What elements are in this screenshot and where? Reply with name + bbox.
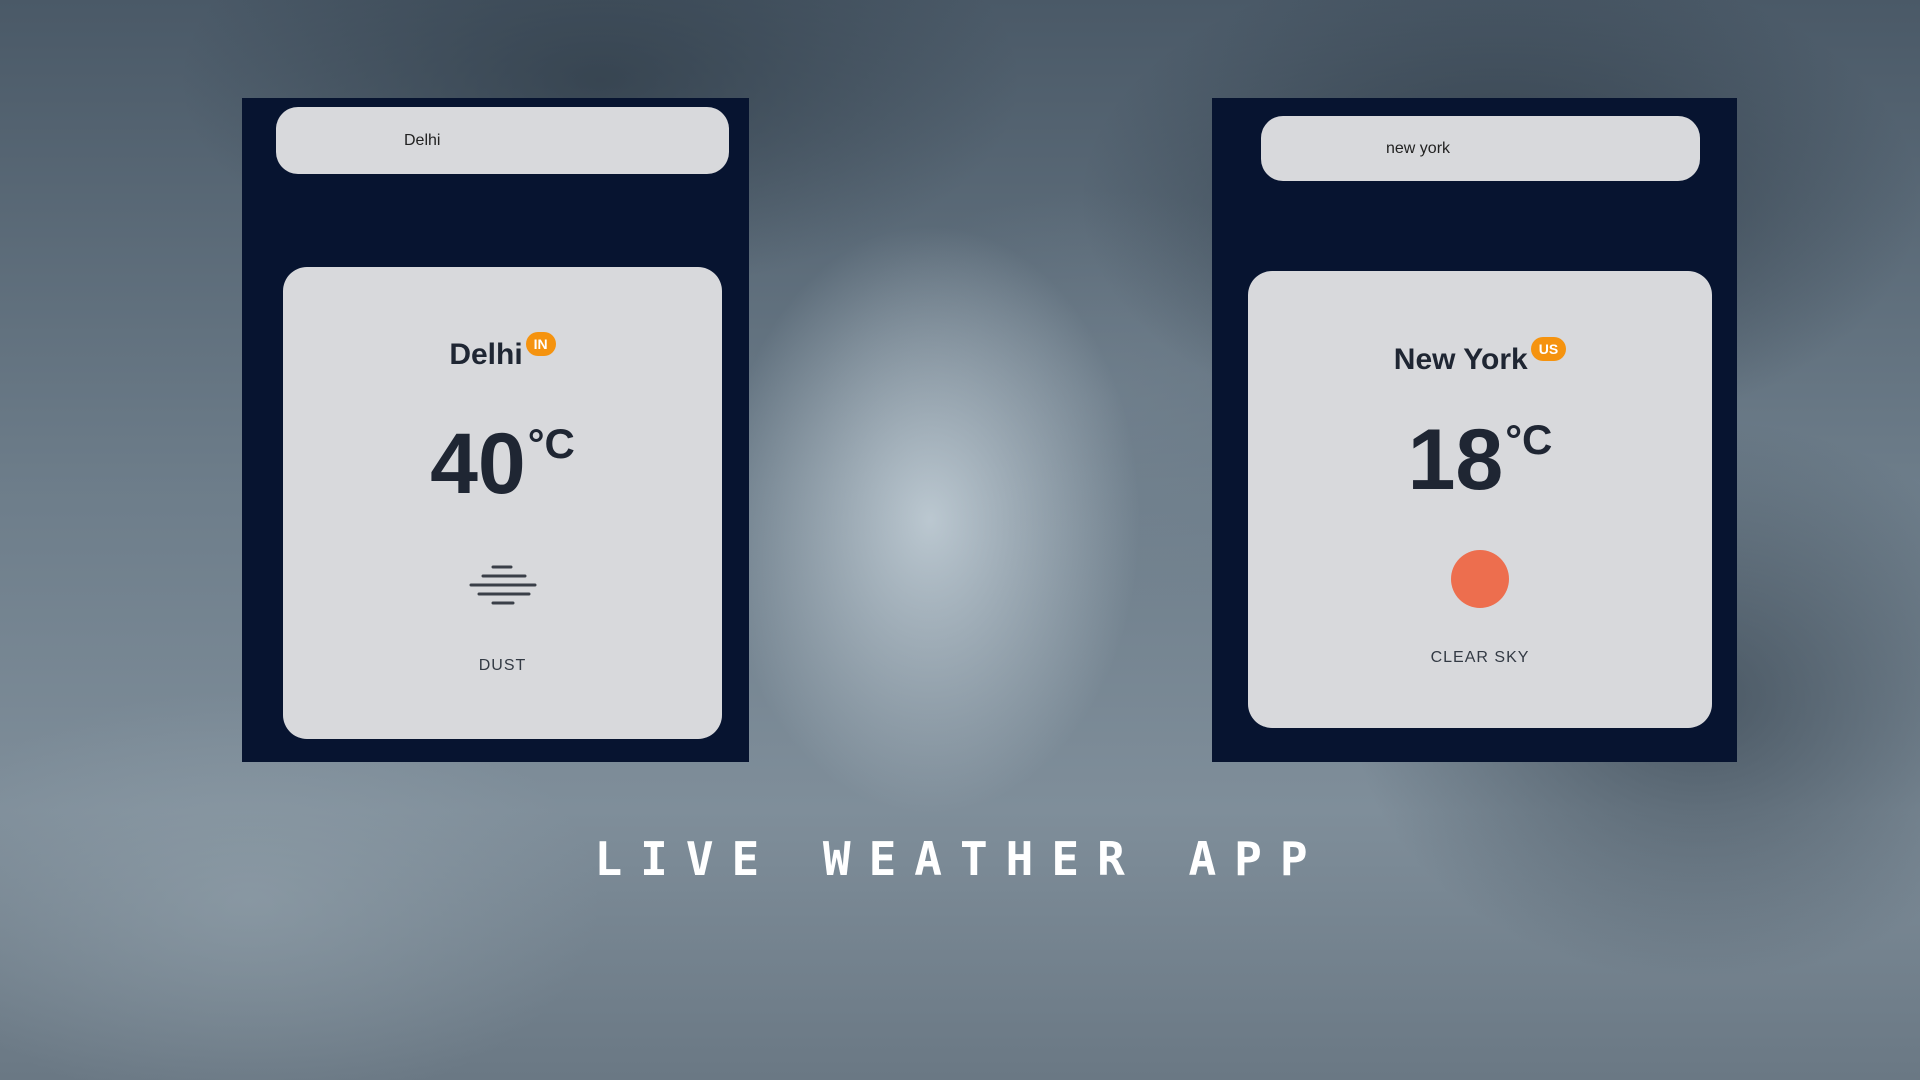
weather-card: New York US 18 °C CLEAR SKY [1248, 271, 1712, 728]
city-name: Delhi [449, 338, 523, 371]
temperature-value: 40 [430, 416, 526, 512]
dust-icon [283, 563, 722, 607]
app-title: LIVE WEATHER APP [594, 832, 1326, 886]
country-badge: US [1530, 337, 1567, 361]
weather-description: CLEAR SKY [1430, 649, 1530, 666]
temperature-unit: °C [1505, 416, 1553, 463]
temperature-display: 40 °C [283, 421, 722, 507]
weather-description: DUST [478, 657, 527, 674]
sun-icon [1451, 550, 1509, 608]
temperature-value: 18 [1407, 412, 1504, 508]
temperature-display: 18 °C [1248, 417, 1712, 503]
city-name: New York [1393, 343, 1528, 376]
city-heading: Delhi IN [283, 332, 722, 373]
city-search-input[interactable] [276, 107, 729, 174]
country-badge: IN [525, 332, 556, 356]
city-search-input[interactable] [1261, 116, 1700, 181]
city-heading: New York US [1248, 337, 1712, 378]
weather-card: Delhi IN 40 °C DUST [283, 267, 722, 739]
temperature-unit: °C [527, 420, 575, 467]
